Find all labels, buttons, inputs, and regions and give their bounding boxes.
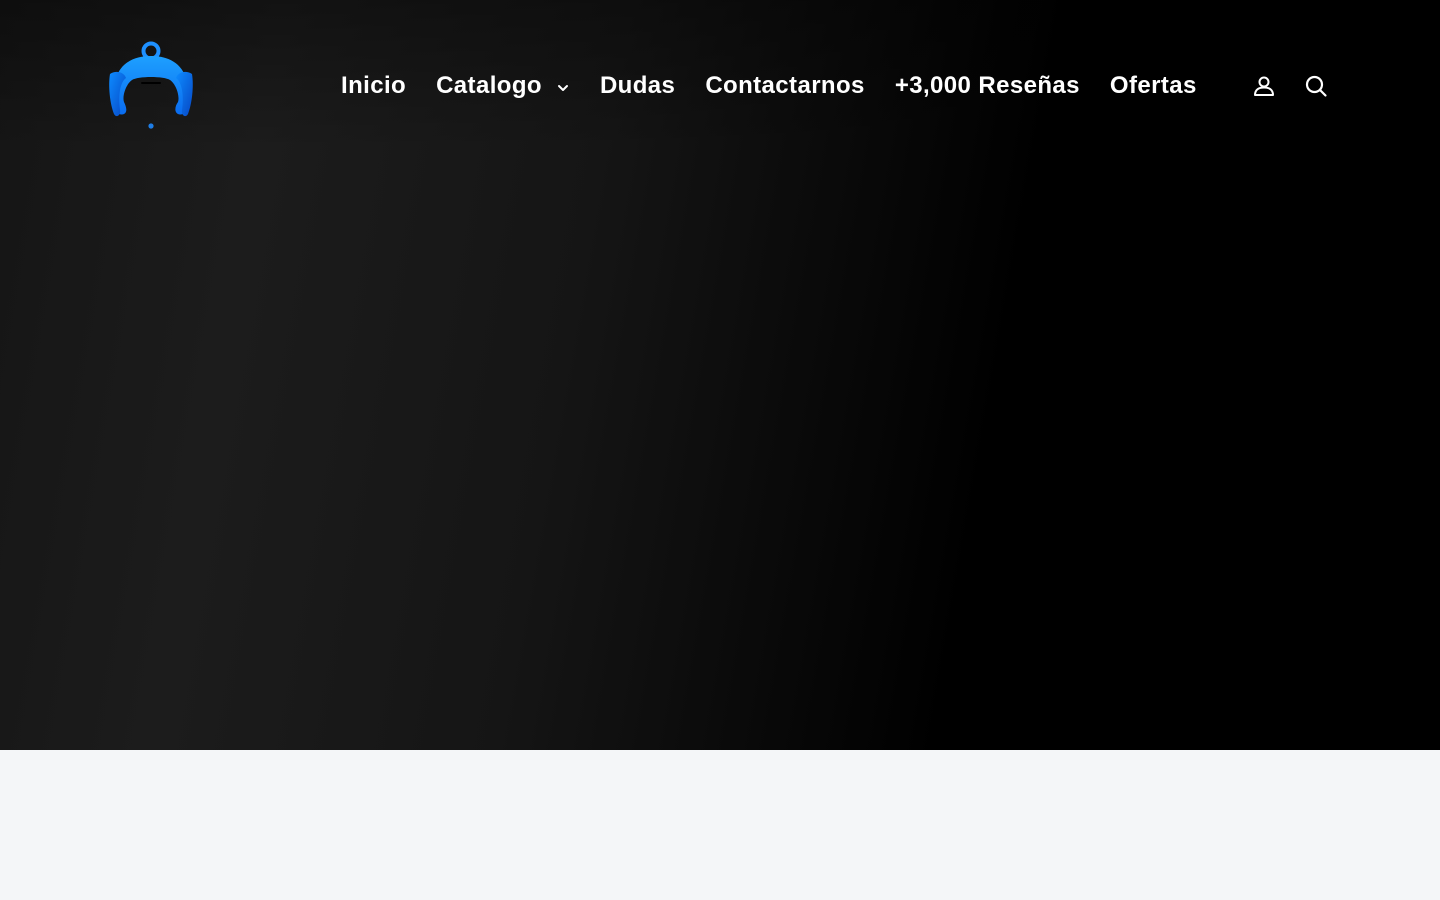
nav-item-label: Ofertas [1109,72,1197,99]
account-button[interactable] [1248,70,1280,102]
site-logo[interactable] [108,40,194,132]
nav-item-inicio[interactable]: Inicio [326,62,421,110]
nav-item-ofertas[interactable]: Ofertas [1095,62,1212,110]
search-button[interactable] [1300,70,1332,102]
search-icon [1305,75,1327,97]
nav-item-label: Contactarnos [705,72,865,99]
chevron-down-icon [556,81,570,95]
nav-item-contactarnos[interactable]: Contactarnos [690,62,880,110]
site-header: Inicio Catalogo Dudas Contactarnos +3,00… [0,0,1440,170]
nav-item-dudas[interactable]: Dudas [585,62,690,110]
nav-item-label: Catalogo [436,72,542,99]
nav-item-label: Inicio [341,72,407,99]
nav-item-label: +3,000 Reseñas [894,72,1080,99]
shopping-bag-logo-icon [109,41,193,129]
nav-item-catalogo[interactable]: Catalogo [421,62,585,110]
nav-item-label: Dudas [599,72,676,99]
nav-item-resenas[interactable]: +3,000 Reseñas [880,62,1095,110]
page-content-area [0,750,1440,900]
main-navigation: Inicio Catalogo Dudas Contactarnos +3,00… [326,62,1212,110]
account-icon [1254,76,1274,96]
